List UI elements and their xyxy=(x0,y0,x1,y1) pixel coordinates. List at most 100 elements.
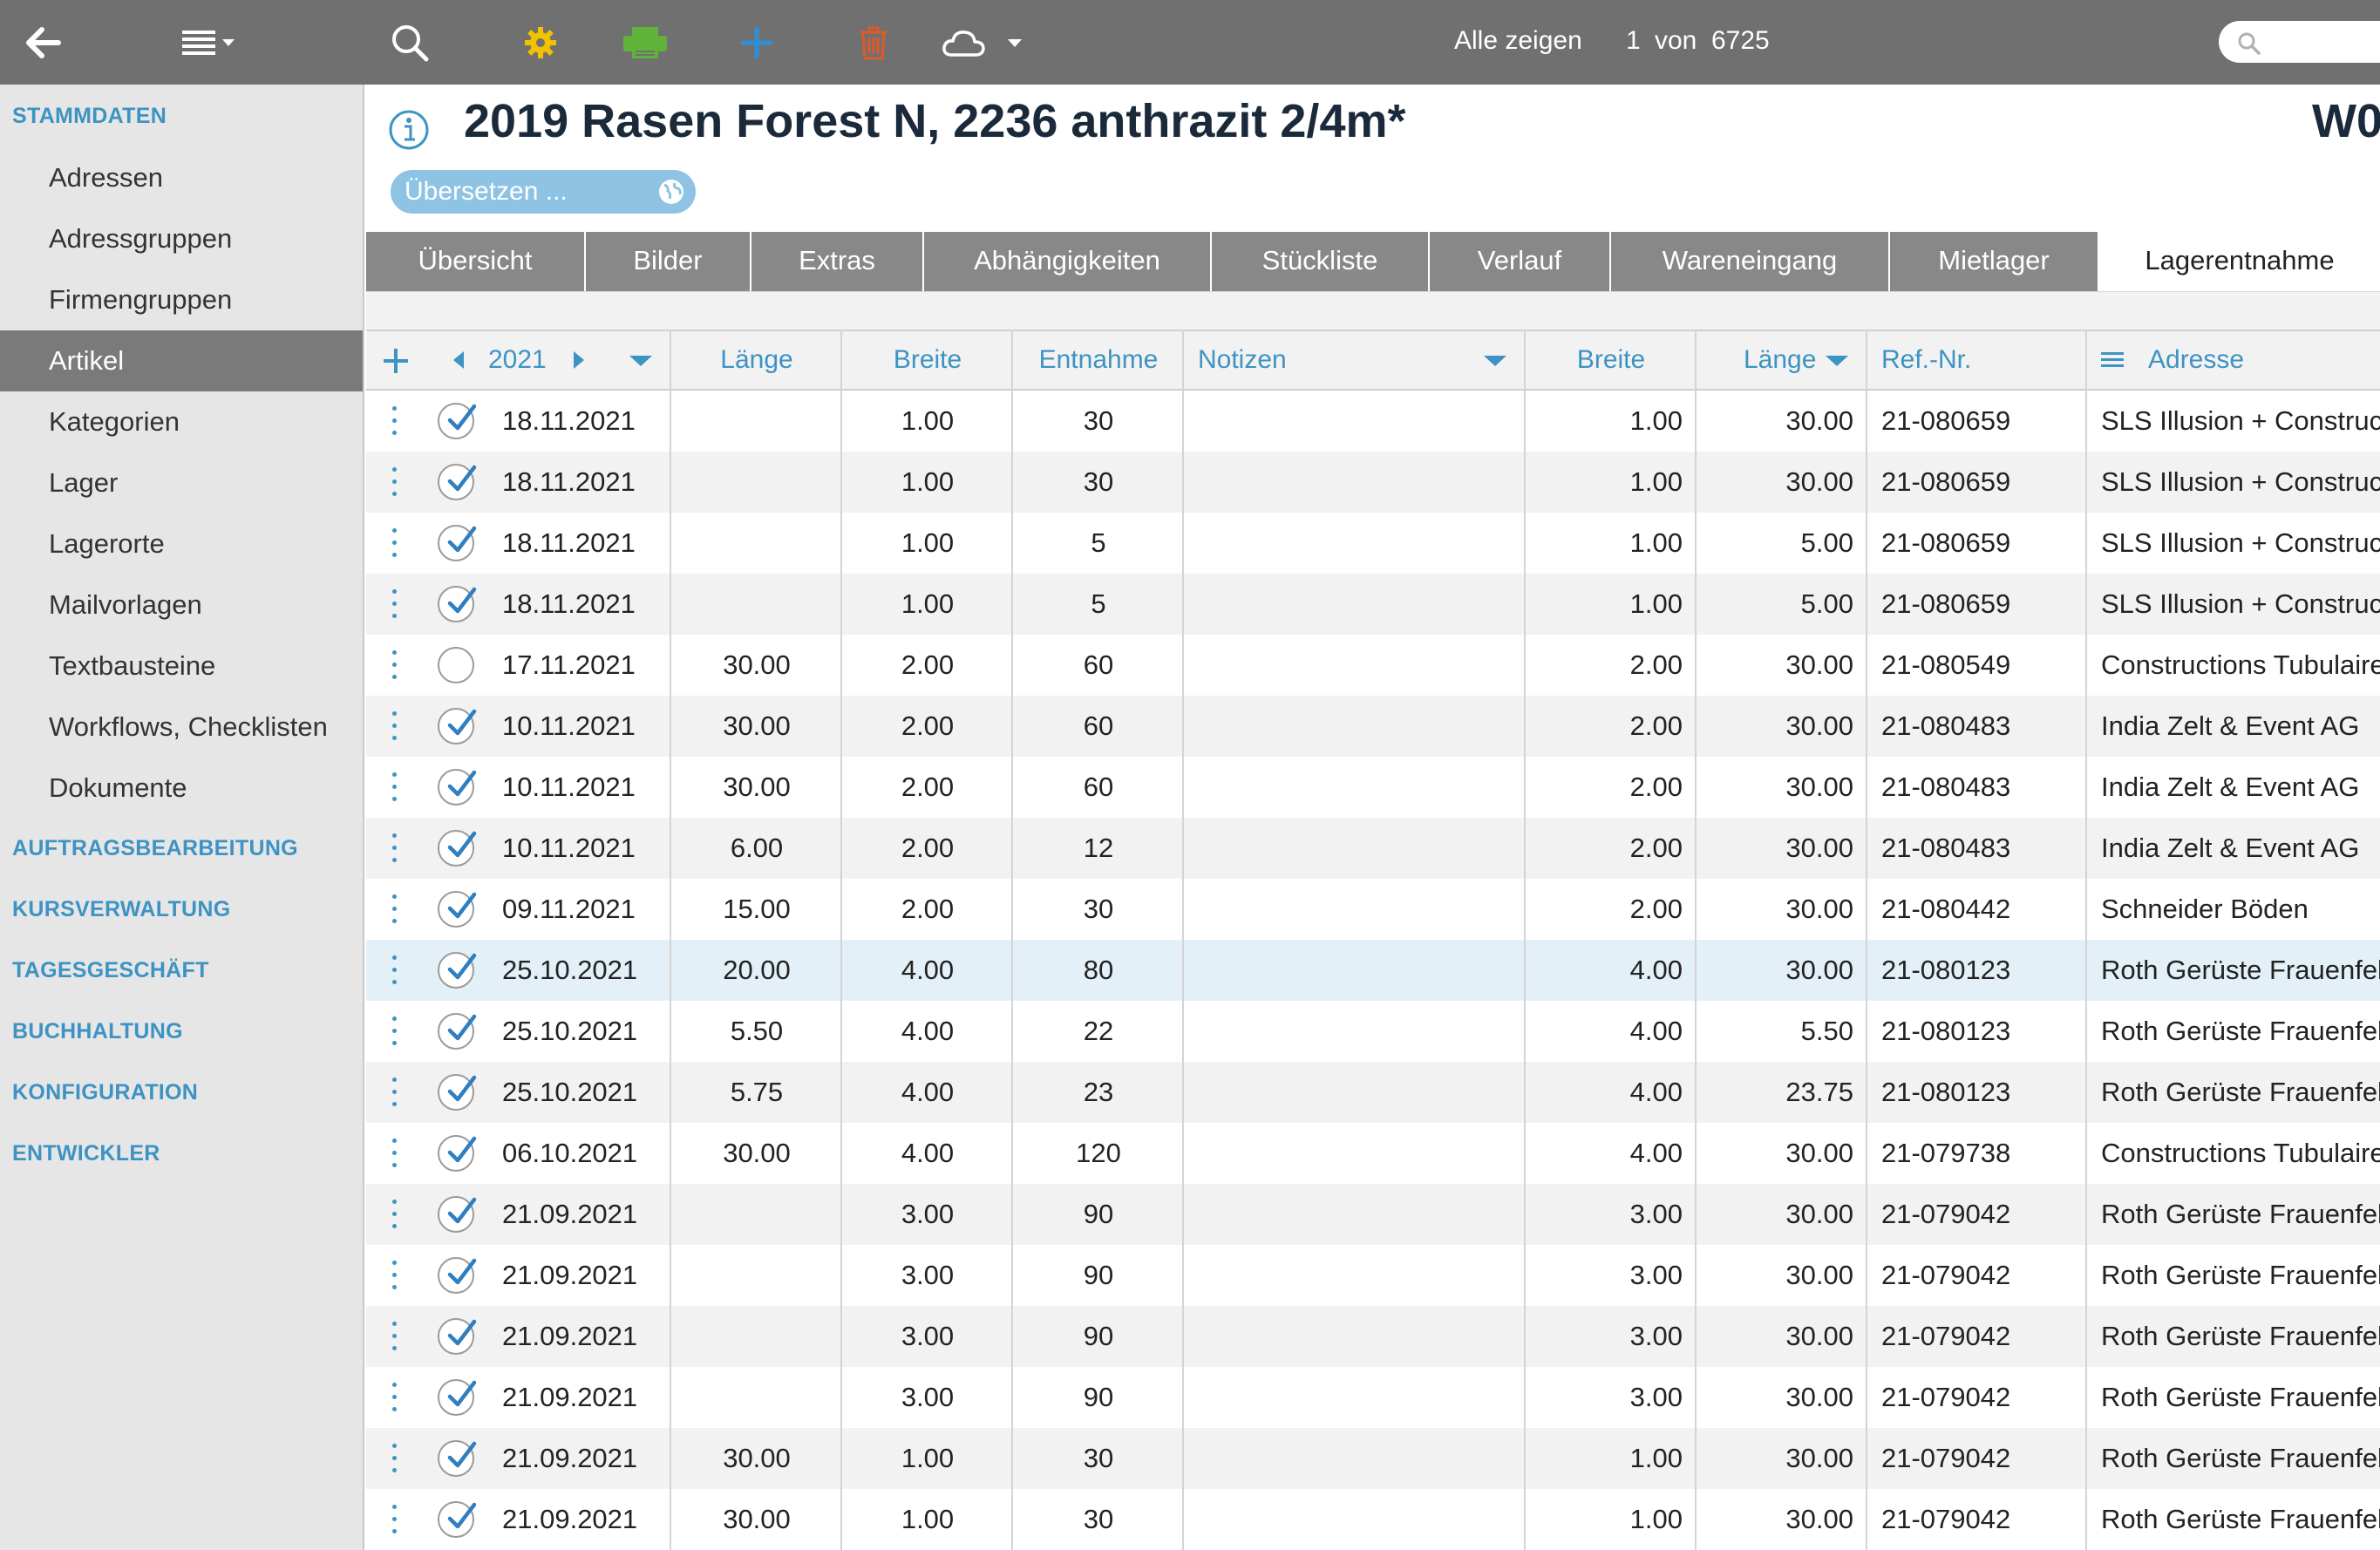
col-notizen[interactable]: Notizen xyxy=(1198,331,1287,389)
row-checkbox[interactable] xyxy=(438,952,477,989)
tab-verlauf[interactable]: Verlauf xyxy=(1430,232,1611,291)
row-checkbox[interactable] xyxy=(438,403,477,439)
table-row[interactable]: 09.11.2021 15.00 2.00 30 2.00 30.00 21-080442 S… xyxy=(366,879,2380,940)
row-checkbox[interactable] xyxy=(438,1135,477,1172)
column-menu-icon[interactable] xyxy=(2099,333,2125,391)
cell-ref[interactable]: 21-080659 xyxy=(1881,452,2082,513)
cell-adresse[interactable]: SLS Illusion + Construction xyxy=(2101,452,2380,513)
col-breite[interactable]: Breite xyxy=(842,331,1013,389)
table-row[interactable]: 18.11.2021 1.00 30 1.00 30.00 21-080659 SLS Il… xyxy=(366,452,2380,513)
sidebar-item-dokumente[interactable]: Dokumente xyxy=(0,758,363,819)
row-checkbox[interactable] xyxy=(438,464,477,500)
row-menu-icon[interactable] xyxy=(392,1198,398,1231)
cell-ref[interactable]: 21-079042 xyxy=(1881,1306,2082,1367)
sidebar-item-artikel[interactable]: Artikel xyxy=(0,330,363,391)
cell-ref[interactable]: 21-080483 xyxy=(1881,757,2082,818)
row-checkbox[interactable] xyxy=(438,1013,477,1050)
cell-notizen[interactable] xyxy=(1198,1306,1520,1367)
row-checkbox[interactable] xyxy=(438,830,477,867)
cell-notizen[interactable] xyxy=(1198,391,1520,452)
tab-bilder[interactable]: Bilder xyxy=(586,232,751,291)
table-row[interactable]: 06.10.2021 30.00 4.00 120 4.00 30.00 21-079738… xyxy=(366,1123,2380,1184)
cell-notizen[interactable] xyxy=(1198,1123,1520,1184)
row-menu-icon[interactable] xyxy=(392,1076,398,1109)
cell-ref[interactable]: 21-080483 xyxy=(1881,818,2082,879)
table-row[interactable]: 18.11.2021 1.00 30 1.00 30.00 21-080659 SLS Il… xyxy=(366,391,2380,452)
cell-adresse[interactable]: India Zelt & Event AG xyxy=(2101,696,2380,757)
cell-ref[interactable]: 21-079042 xyxy=(1881,1367,2082,1428)
row-checkbox[interactable] xyxy=(438,708,477,744)
cell-adresse[interactable]: Roth Gerüste Frauenfeld xyxy=(2101,1428,2380,1489)
table-row[interactable]: 25.10.2021 5.75 4.00 23 4.00 23.75 21-080123 Ro… xyxy=(366,1062,2380,1123)
cell-notizen[interactable] xyxy=(1198,1428,1520,1489)
col-adresse[interactable]: Adresse xyxy=(2148,331,2244,389)
col-laenge[interactable]: Länge xyxy=(671,331,842,389)
sidebar-item-adressen[interactable]: Adressen xyxy=(0,147,363,208)
cell-ref[interactable]: 21-080442 xyxy=(1881,879,2082,940)
row-checkbox[interactable] xyxy=(438,1196,477,1233)
row-menu-icon[interactable] xyxy=(392,1015,398,1048)
table-row[interactable]: 21.09.2021 3.00 90 3.00 30.00 21-079042 Roth G… xyxy=(366,1367,2380,1428)
add-row-icon[interactable] xyxy=(382,333,410,391)
cell-notizen[interactable] xyxy=(1198,1001,1520,1062)
cloud-icon[interactable] xyxy=(937,0,1033,85)
row-menu-icon[interactable] xyxy=(392,1381,398,1414)
row-checkbox[interactable] xyxy=(438,769,477,806)
cell-notizen[interactable] xyxy=(1198,513,1520,574)
table-row[interactable]: 21.09.2021 3.00 90 3.00 30.00 21-079042 Roth G… xyxy=(366,1306,2380,1367)
cell-adresse[interactable]: Constructions Tubulaires xyxy=(2101,635,2380,696)
cell-notizen[interactable] xyxy=(1198,696,1520,757)
table-row[interactable]: 10.11.2021 30.00 2.00 60 2.00 30.00 21-080483 I… xyxy=(366,757,2380,818)
tab-uebersicht[interactable]: Übersicht xyxy=(366,232,586,291)
cell-adresse[interactable]: Roth Gerüste Frauenfeld xyxy=(2101,1306,2380,1367)
table-row[interactable]: 21.09.2021 3.00 90 3.00 30.00 21-079042 Roth G… xyxy=(366,1184,2380,1245)
row-menu-icon[interactable] xyxy=(392,1442,398,1475)
sidebar-section-kursverwaltung[interactable]: KURSVERWALTUNG xyxy=(12,897,231,922)
cell-ref[interactable]: 21-080659 xyxy=(1881,574,2082,635)
cell-ref[interactable]: 21-080123 xyxy=(1881,940,2082,1001)
year-prev-icon[interactable] xyxy=(450,333,467,391)
cell-notizen[interactable] xyxy=(1198,1245,1520,1306)
notizen-dropdown-icon[interactable] xyxy=(1482,333,1508,391)
row-checkbox[interactable] xyxy=(438,1074,477,1111)
cell-notizen[interactable] xyxy=(1198,818,1520,879)
cell-adresse[interactable]: SLS Illusion + Construction xyxy=(2101,574,2380,635)
search-icon[interactable] xyxy=(384,0,436,85)
cell-ref[interactable]: 21-079042 xyxy=(1881,1428,2082,1489)
tab-wareneingang[interactable]: Wareneingang xyxy=(1611,232,1890,291)
menu-list-icon[interactable] xyxy=(179,0,248,85)
year-dropdown-icon[interactable] xyxy=(628,333,654,391)
row-checkbox[interactable] xyxy=(438,891,477,928)
tab-abhaengigkeiten[interactable]: Abhängigkeiten xyxy=(924,232,1212,291)
cell-adresse[interactable]: India Zelt & Event AG xyxy=(2101,757,2380,818)
row-checkbox[interactable] xyxy=(438,525,477,561)
cell-ref[interactable]: 21-079042 xyxy=(1881,1245,2082,1306)
row-menu-icon[interactable] xyxy=(392,649,398,682)
cell-ref[interactable]: 21-079042 xyxy=(1881,1184,2082,1245)
cell-adresse[interactable]: Schneider Böden xyxy=(2101,879,2380,940)
row-checkbox[interactable] xyxy=(438,1379,477,1416)
back-arrow-icon[interactable] xyxy=(17,0,70,85)
row-menu-icon[interactable] xyxy=(392,771,398,804)
sidebar-item-workflows[interactable]: Workflows, Checklisten xyxy=(0,697,363,758)
cell-adresse[interactable]: Roth Gerüste Frauenfeld xyxy=(2101,1489,2380,1550)
sidebar-item-textbausteine[interactable]: Textbausteine xyxy=(0,636,363,697)
row-menu-icon[interactable] xyxy=(392,710,398,743)
cell-ref[interactable]: 21-080483 xyxy=(1881,696,2082,757)
cell-notizen[interactable] xyxy=(1198,635,1520,696)
row-checkbox[interactable] xyxy=(438,1257,477,1294)
row-checkbox[interactable] xyxy=(438,1440,477,1477)
show-all-link[interactable]: Alle zeigen xyxy=(1454,0,1582,85)
cell-ref[interactable]: 21-080659 xyxy=(1881,513,2082,574)
cell-notizen[interactable] xyxy=(1198,1062,1520,1123)
sidebar-section-buchhaltung[interactable]: BUCHHALTUNG xyxy=(12,1019,183,1044)
row-menu-icon[interactable] xyxy=(392,466,398,499)
sidebar-item-kategorien[interactable]: Kategorien xyxy=(0,391,363,452)
sidebar-item-mailvorlagen[interactable]: Mailvorlagen xyxy=(0,574,363,636)
cell-adresse[interactable]: Roth Gerüste Frauenfeld xyxy=(2101,940,2380,1001)
table-row[interactable]: 10.11.2021 30.00 2.00 60 2.00 30.00 21-080483 I… xyxy=(366,696,2380,757)
cell-adresse[interactable]: Roth Gerüste Frauenfeld xyxy=(2101,1367,2380,1428)
cell-notizen[interactable] xyxy=(1198,1489,1520,1550)
trash-icon[interactable] xyxy=(847,0,900,85)
cell-ref[interactable]: 21-080549 xyxy=(1881,635,2082,696)
